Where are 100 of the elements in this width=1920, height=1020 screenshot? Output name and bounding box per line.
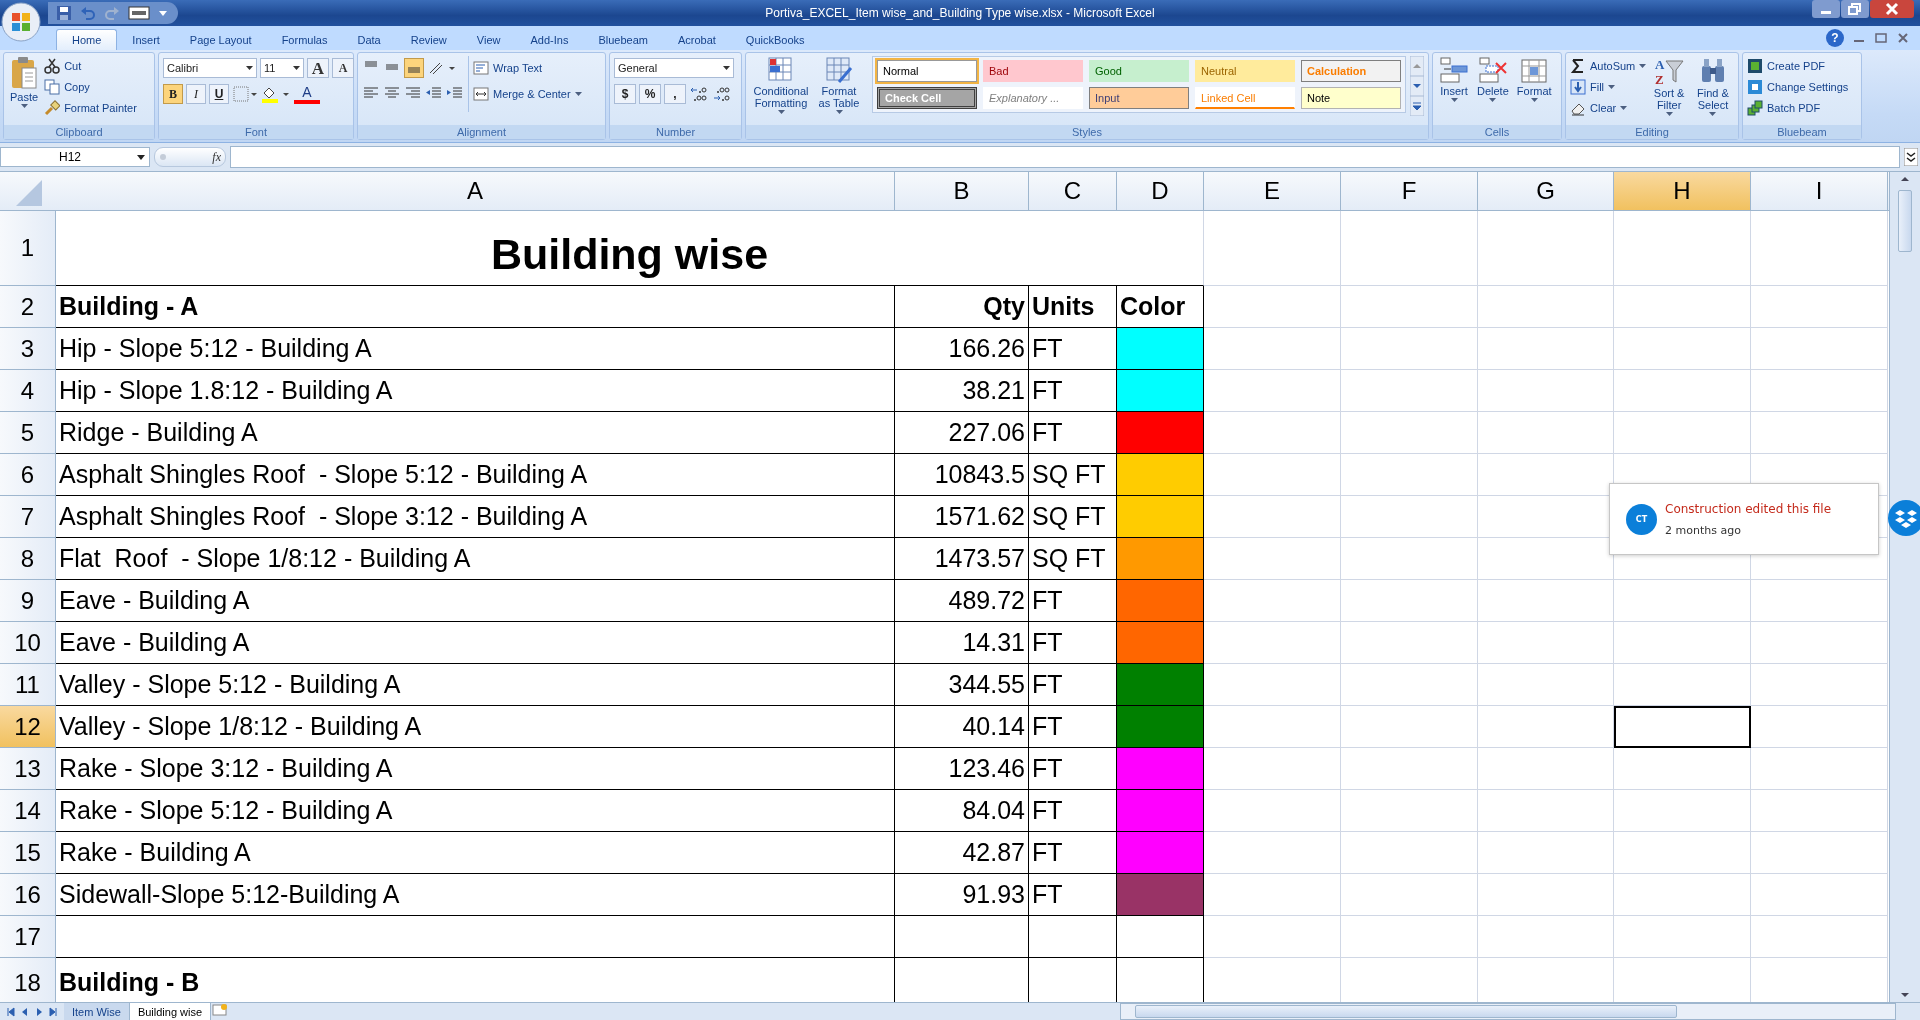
customize-caret-icon[interactable]: [158, 8, 168, 18]
box-cluster-icon[interactable]: [1888, 500, 1920, 536]
bold-button[interactable]: B: [163, 84, 183, 104]
ribbon-button[interactable]: Paste: [8, 56, 41, 109]
row-header[interactable]: 1: [0, 211, 56, 286]
ribbon-tab[interactable]: Acrobat: [662, 29, 731, 50]
ribbon-button[interactable]: Change Settings: [1747, 77, 1849, 97]
cell-style[interactable]: Explanatory ...: [983, 87, 1083, 109]
ribbon-tab[interactable]: QuickBooks: [730, 29, 820, 50]
number-format-field[interactable]: General: [614, 58, 734, 78]
form-icon[interactable]: [128, 6, 150, 20]
column-header[interactable]: H: [1614, 172, 1751, 210]
ribbon-button[interactable]: Copy: [44, 77, 137, 97]
ribbon-button[interactable]: Format as Table: [816, 56, 862, 115]
row-header[interactable]: 9: [0, 580, 56, 622]
scroll-thumb[interactable]: [1135, 1005, 1677, 1018]
ribbon-button[interactable]: Create PDF: [1747, 56, 1849, 76]
ribbon-button[interactable]: Merge & Center: [473, 84, 582, 104]
row-header[interactable]: 14: [0, 790, 56, 832]
close-icon[interactable]: [1896, 31, 1910, 45]
align-icon[interactable]: [404, 58, 424, 78]
sheet-tab[interactable]: Building wise: [129, 1003, 212, 1020]
more-icon[interactable]: [1410, 96, 1424, 116]
ribbon-tab[interactable]: Add-Ins: [515, 29, 584, 50]
ribbon-button[interactable]: Cut: [44, 56, 137, 76]
ribbon-tab[interactable]: Page Layout: [174, 29, 267, 50]
column-header[interactable]: I: [1751, 172, 1888, 210]
ribbon-button[interactable]: A Z Sort & Filter: [1650, 56, 1688, 117]
ribbon-tab[interactable]: Home: [56, 29, 118, 50]
cell-style[interactable]: Normal: [877, 60, 977, 82]
ribbon-button[interactable]: Fill: [1570, 77, 1647, 97]
font-color-button[interactable]: A: [294, 84, 320, 104]
cell-style[interactable]: Bad: [983, 60, 1083, 82]
ribbon-button[interactable]: Delete: [1475, 56, 1511, 103]
shrink-font-button[interactable]: A: [332, 58, 354, 78]
fill-color-icon[interactable]: [261, 85, 291, 103]
last-sheet-icon[interactable]: [48, 1006, 58, 1017]
ribbon-button[interactable]: Clear: [1570, 98, 1647, 118]
row-header[interactable]: 5: [0, 412, 56, 454]
cell-style[interactable]: Input: [1089, 87, 1189, 109]
font-size-field[interactable]: 11: [260, 58, 304, 78]
ribbon-tab[interactable]: Data: [342, 29, 396, 50]
column-header[interactable]: C: [1029, 172, 1117, 210]
number-format-button[interactable]: ,: [664, 84, 686, 104]
cell-style[interactable]: Good: [1089, 60, 1189, 82]
first-sheet-icon[interactable]: [6, 1006, 16, 1017]
row-header[interactable]: 12: [0, 706, 56, 748]
row-header[interactable]: 10: [0, 622, 56, 664]
column-header[interactable]: F: [1341, 172, 1478, 210]
row-header[interactable]: 16: [0, 874, 56, 916]
ribbon-button[interactable]: Format Painter: [44, 98, 137, 118]
ribbon-tab[interactable]: View: [461, 29, 516, 50]
row-header[interactable]: 11: [0, 664, 56, 706]
row-header[interactable]: 6: [0, 454, 56, 496]
grow-font-button[interactable]: A: [307, 58, 329, 78]
ribbon-tab[interactable]: Formulas: [266, 29, 343, 50]
cell-style[interactable]: Note: [1301, 87, 1401, 109]
scroll-down-icon[interactable]: [1410, 76, 1424, 96]
row-header[interactable]: 7: [0, 496, 56, 538]
row-header[interactable]: 3: [0, 328, 56, 370]
decrease-decimal-icon[interactable]: [712, 85, 732, 103]
number-format-button[interactable]: %: [639, 84, 661, 104]
column-header[interactable]: B: [895, 172, 1029, 210]
horizontal-scrollbar[interactable]: [1120, 1003, 1896, 1020]
scroll-thumb[interactable]: [1898, 190, 1912, 252]
previous-sheet-icon[interactable]: [20, 1006, 30, 1017]
save-icon[interactable]: [56, 5, 72, 21]
row-header[interactable]: 13: [0, 748, 56, 790]
restore-icon[interactable]: [1874, 31, 1888, 45]
increase-decimal-icon[interactable]: [689, 85, 709, 103]
column-header[interactable]: D: [1117, 172, 1204, 210]
cell-style[interactable]: Neutral: [1195, 60, 1295, 82]
expand-formula-icon[interactable]: [1904, 148, 1918, 166]
ribbon-tab[interactable]: Review: [395, 29, 462, 50]
row-header[interactable]: 4: [0, 370, 56, 412]
next-sheet-icon[interactable]: [34, 1006, 44, 1017]
ribbon-button[interactable]: Batch PDF: [1747, 98, 1849, 118]
restore-icon[interactable]: [1841, 0, 1869, 18]
row-header[interactable]: 2: [0, 286, 56, 328]
underline-button[interactable]: U: [209, 84, 229, 104]
formula-input[interactable]: [230, 146, 1900, 168]
ribbon-tab[interactable]: Bluebeam: [583, 29, 663, 50]
column-header[interactable]: E: [1204, 172, 1341, 210]
ribbon-button[interactable]: Wrap Text: [473, 58, 582, 78]
vertical-scrollbar[interactable]: [1889, 172, 1920, 1002]
close-icon[interactable]: [1870, 0, 1914, 18]
font-name-field[interactable]: Calibri: [163, 58, 257, 78]
italic-button[interactable]: I: [186, 84, 206, 104]
ribbon-button[interactable]: Format: [1514, 56, 1554, 103]
number-format-button[interactable]: $: [614, 84, 636, 104]
scroll-up-icon[interactable]: [1410, 56, 1424, 76]
name-box[interactable]: H12: [0, 147, 150, 167]
ribbon-button[interactable]: Find & Select: [1692, 56, 1734, 117]
help-button[interactable]: ?: [1826, 29, 1844, 47]
row-header[interactable]: 15: [0, 832, 56, 874]
ribbon-button[interactable]: Insert: [1437, 56, 1471, 103]
row-header[interactable]: 18: [0, 958, 56, 1002]
active-cell[interactable]: [1614, 706, 1751, 748]
ribbon-button[interactable]: Conditional Formatting: [750, 56, 812, 115]
minimize-icon[interactable]: [1812, 0, 1840, 18]
